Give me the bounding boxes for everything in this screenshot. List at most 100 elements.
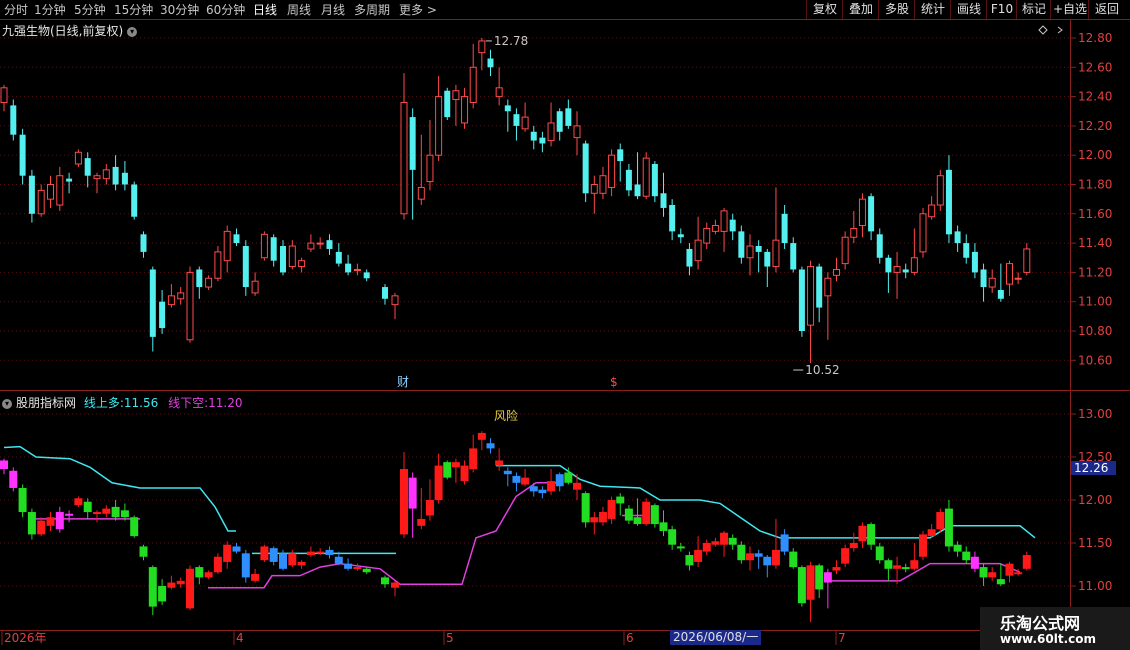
candle xyxy=(936,169,944,211)
indicator-bar xyxy=(789,548,798,569)
indicator-body xyxy=(469,448,478,470)
indicator-body xyxy=(486,443,495,449)
indicator-bar xyxy=(381,575,389,588)
candle xyxy=(335,243,342,267)
candle xyxy=(1006,260,1013,296)
candle-body xyxy=(307,242,315,250)
indicator-bar xyxy=(186,565,194,611)
indicator-body xyxy=(93,512,101,515)
candle-body xyxy=(487,58,494,68)
indicator-body xyxy=(503,470,512,475)
candle xyxy=(590,175,598,214)
indicator-bar xyxy=(269,546,278,566)
candle-body xyxy=(214,251,222,279)
candle-body xyxy=(841,236,849,265)
candle xyxy=(764,248,771,288)
indicator-bar xyxy=(251,568,260,583)
indicator-body xyxy=(590,517,599,523)
candle-body xyxy=(353,268,361,271)
candle xyxy=(112,155,119,191)
candle-body xyxy=(223,230,231,262)
candle xyxy=(452,84,460,126)
indicator-body xyxy=(417,518,426,526)
indicator-body xyxy=(702,543,711,552)
chevron-down-icon[interactable]: ▾ xyxy=(127,26,138,37)
indicator-body xyxy=(789,551,798,568)
candle-body xyxy=(936,175,944,206)
indicator-bar xyxy=(0,458,8,475)
crosshair-date-label: 2026/06/08/一 xyxy=(670,630,762,645)
indicator-bar xyxy=(771,518,780,569)
indicator-bar xyxy=(102,505,111,518)
candle-body xyxy=(363,272,370,279)
candle xyxy=(56,166,64,211)
indicator-bar xyxy=(325,546,334,559)
indicator-body xyxy=(875,546,884,561)
indicator-bar xyxy=(111,500,120,521)
candle xyxy=(316,237,324,249)
indicator-bar xyxy=(590,512,599,535)
candle-body xyxy=(868,196,875,232)
candle-body xyxy=(444,90,451,118)
indicator-body xyxy=(720,532,729,545)
candle-body xyxy=(547,122,555,142)
indicator-bar xyxy=(529,482,538,497)
candle-body xyxy=(556,111,563,132)
candle-body xyxy=(345,263,352,273)
candle-body xyxy=(177,292,185,300)
indicator-body xyxy=(962,551,971,561)
line-down-label: 线下空: xyxy=(168,396,209,410)
candle-body xyxy=(816,266,823,308)
watermark-title: 乐淘公式网 xyxy=(1000,614,1081,633)
candle-body xyxy=(798,269,805,331)
line-up-label: 线上多: xyxy=(83,396,124,410)
candle xyxy=(504,99,511,132)
indicator-bar xyxy=(74,496,83,507)
indicator-bar xyxy=(195,565,204,585)
candle-body xyxy=(149,269,156,337)
indicator-title[interactable]: ▾ 股朋指标网 线上多:11.56 线下空:11.20 xyxy=(2,394,242,411)
candle xyxy=(469,43,477,109)
indicator-bar xyxy=(460,460,469,485)
candle-body xyxy=(980,269,987,288)
indicator-body xyxy=(823,572,832,583)
candle-body xyxy=(382,287,388,299)
indicator-body xyxy=(711,541,720,545)
candle xyxy=(37,184,45,217)
indicator-bar xyxy=(260,544,269,562)
indicator-body xyxy=(953,544,962,552)
indicator-body xyxy=(334,556,343,564)
candle-body xyxy=(417,186,425,200)
candle xyxy=(400,73,408,220)
candlestick-series: 12.78 10.52 财 $ xyxy=(0,34,1031,389)
candle-body xyxy=(469,66,477,103)
candle-body xyxy=(599,175,607,194)
candle-body xyxy=(885,257,892,273)
candle-body xyxy=(205,277,213,288)
price-tick-label: 12.80 xyxy=(1078,31,1112,45)
candle xyxy=(573,111,581,156)
indicator-body xyxy=(737,544,746,561)
chart-canvas[interactable]: 12.78 10.52 财 $ 风险 12.80 12.60 12.40 12.20 12.0… xyxy=(0,0,1130,650)
chevron-down-icon[interactable]: ▾ xyxy=(2,398,12,409)
candle-body xyxy=(590,184,598,194)
candle-body xyxy=(833,268,840,276)
indicator-bar xyxy=(469,434,478,473)
indicator-bar xyxy=(996,563,1005,586)
candle-body xyxy=(617,149,624,162)
indicator-body xyxy=(564,472,573,483)
indicator-body xyxy=(279,553,287,569)
indicator-body xyxy=(223,544,232,562)
indicator-body xyxy=(269,548,278,562)
candle-body xyxy=(66,178,73,182)
candle xyxy=(242,240,249,296)
candle xyxy=(186,266,194,343)
candle xyxy=(353,263,361,276)
candle xyxy=(214,246,222,282)
candle-body xyxy=(121,172,128,185)
stock-title[interactable]: 九强生物(日线,前复权) ▾ xyxy=(2,22,138,39)
candle-body xyxy=(738,231,745,258)
indicator-bar xyxy=(676,543,685,552)
candle xyxy=(251,272,259,296)
candle-body xyxy=(539,137,546,144)
